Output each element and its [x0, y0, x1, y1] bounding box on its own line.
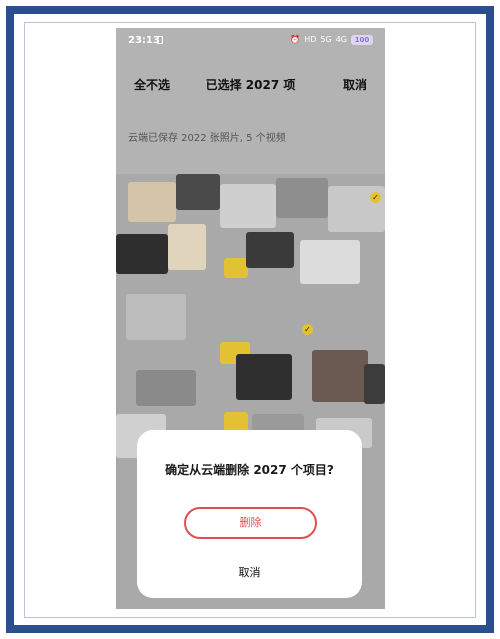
photo-thumbnail[interactable]: [300, 240, 360, 284]
cancel-button[interactable]: 取消: [137, 564, 362, 580]
phone-screen: 23:13 ⏰ HD 5G 4G 100 全不选 已选择 2027 项 取消 云…: [116, 28, 385, 609]
alarm-icon: ⏰: [290, 35, 301, 44]
selection-top-bar: 全不选 已选择 2027 项 取消: [116, 68, 385, 98]
photo-thumbnail[interactable]: [128, 182, 176, 222]
photo-thumbnail[interactable]: [236, 354, 292, 400]
photo-thumbnail[interactable]: [246, 232, 294, 268]
volte-icon: HD: [304, 35, 317, 44]
status-bar: 23:13 ⏰ HD 5G 4G 100: [116, 28, 385, 54]
photo-thumbnail[interactable]: [136, 370, 196, 406]
photo-thumbnail[interactable]: [276, 178, 328, 218]
status-icons: ⏰ HD 5G 4G 100: [290, 35, 373, 45]
cloud-saved-info: 云端已保存 2022 张照片, 5 个视频: [128, 133, 286, 144]
photo-thumbnail[interactable]: [116, 234, 168, 274]
battery-icon: 100: [351, 35, 373, 45]
photo-thumbnail[interactable]: [176, 174, 220, 210]
photo-thumbnail[interactable]: [364, 364, 385, 404]
photo-thumbnail[interactable]: [220, 184, 276, 228]
check-icon: ✓: [370, 192, 381, 203]
notification-icon: [157, 36, 163, 44]
4g-signal-icon: 4G: [335, 35, 347, 44]
photo-thumbnail[interactable]: [312, 350, 368, 402]
delete-button[interactable]: 删除: [184, 507, 317, 539]
photo-thumbnail[interactable]: [224, 258, 248, 278]
5g-signal-icon: 5G: [320, 35, 332, 44]
photo-thumbnail[interactable]: [168, 224, 206, 270]
check-icon: ✓: [302, 324, 313, 335]
status-time: 23:13: [128, 35, 160, 46]
dialog-title: 确定从云端删除 2027 个项目?: [165, 463, 334, 477]
cancel-selection-button[interactable]: 取消: [343, 76, 367, 93]
delete-confirm-dialog: 确定从云端删除 2027 个项目? 删除 取消: [137, 430, 362, 598]
photo-thumbnail[interactable]: [126, 294, 186, 340]
